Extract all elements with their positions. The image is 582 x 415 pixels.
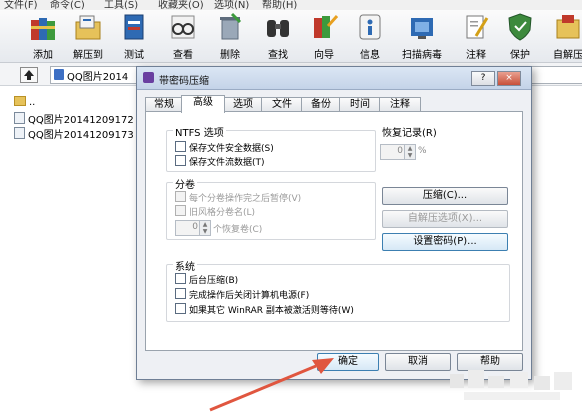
tab-advanced[interactable]: 高级 [181,95,225,113]
annotation-arrow-icon [209,358,334,412]
watermark-image [450,370,572,400]
